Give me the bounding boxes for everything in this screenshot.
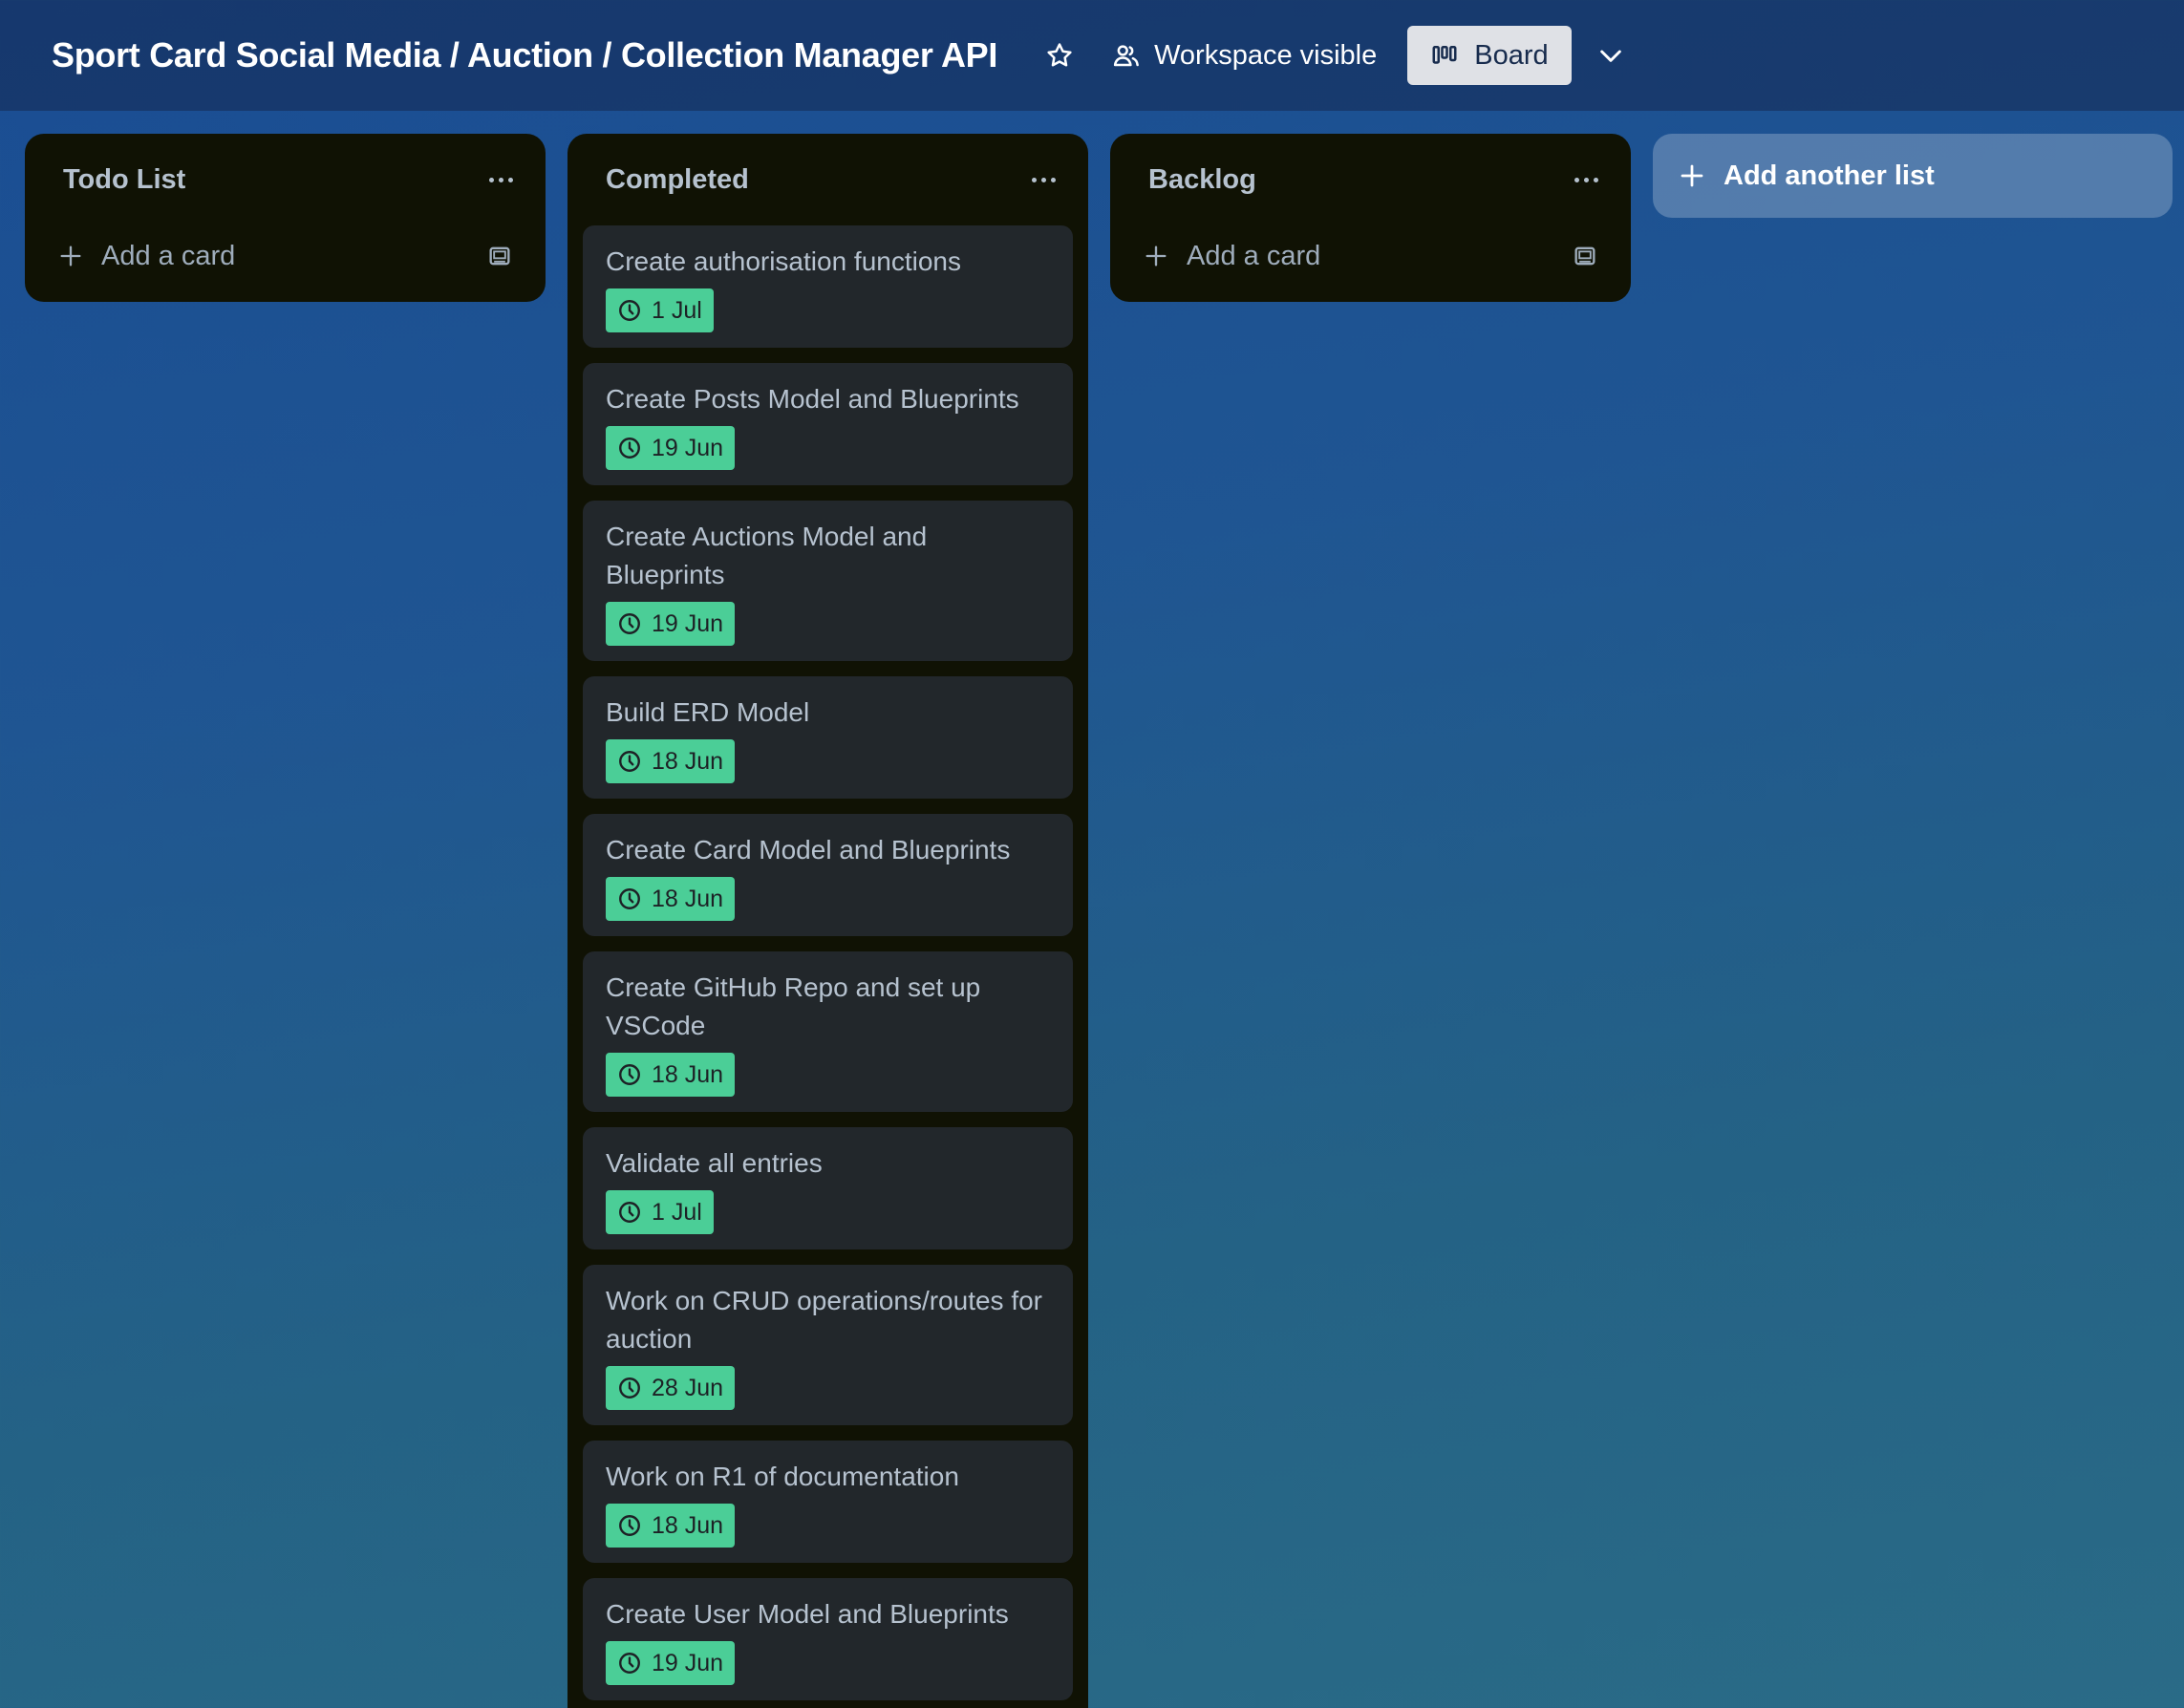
view-label: Board <box>1474 39 1549 71</box>
list-title[interactable]: Todo List <box>63 164 185 196</box>
due-date-label: 19 Jun <box>652 434 724 461</box>
card-title: Build ERD Model <box>606 697 810 727</box>
due-date-label: 1 Jul <box>652 1198 702 1226</box>
clock-icon <box>617 1651 642 1676</box>
due-date-label: 28 Jun <box>652 1374 724 1401</box>
list-header: Completed <box>567 134 1088 225</box>
due-date-label: 18 Jun <box>652 1511 724 1539</box>
card-title: Create Auctions Model and Blueprints <box>606 522 928 589</box>
template-icon[interactable] <box>486 243 513 269</box>
list-menu-icon[interactable] <box>1574 177 1598 182</box>
card-title: Work on R1 of documentation <box>606 1462 959 1491</box>
add-card-row: Add a card <box>40 225 530 287</box>
clock-icon <box>617 298 642 323</box>
plus-icon <box>60 246 81 267</box>
clock-icon <box>617 886 642 911</box>
visibility-label: Workspace visible <box>1154 39 1378 71</box>
due-date-badge[interactable]: 1 Jul <box>606 1190 714 1234</box>
card[interactable]: Create Card Model and Blueprints 18 Jun <box>583 814 1073 936</box>
due-date-badge[interactable]: 18 Jun <box>606 877 736 921</box>
card[interactable]: Create User Model and Blueprints 19 Jun <box>583 1578 1073 1700</box>
due-date-badge[interactable]: 1 Jul <box>606 288 714 332</box>
card[interactable]: Create Posts Model and Blueprints 19 Jun <box>583 363 1073 485</box>
card-title: Create User Model and Blueprints <box>606 1599 1009 1629</box>
due-date-badge[interactable]: 18 Jun <box>606 739 736 783</box>
add-card-label: Add a card <box>1187 240 1321 271</box>
list-title[interactable]: Completed <box>606 164 749 196</box>
board-header: Sport Card Social Media / Auction / Coll… <box>0 0 2184 111</box>
card-title: Work on CRUD operations/routes for aucti… <box>606 1286 1042 1354</box>
list-backlog: Backlog Add a card <box>1110 134 1631 302</box>
list-todo: Todo List Add a card <box>25 134 546 302</box>
card[interactable]: Work on R1 of documentation 18 Jun <box>583 1441 1073 1563</box>
add-card-label: Add a card <box>101 240 236 271</box>
template-icon[interactable] <box>1572 243 1598 269</box>
board-title[interactable]: Sport Card Social Media / Auction / Coll… <box>52 35 997 75</box>
clock-icon <box>617 749 642 774</box>
card-title: Create Posts Model and Blueprints <box>606 384 1019 414</box>
due-date-badge[interactable]: 18 Jun <box>606 1504 736 1548</box>
add-card-button[interactable]: Add a card <box>57 241 235 272</box>
star-icon <box>1047 43 1072 67</box>
card[interactable]: Create authorisation functions 1 Jul <box>583 225 1073 348</box>
clock-icon <box>617 611 642 636</box>
view-switcher-button[interactable] <box>1585 26 1637 85</box>
card-title: Create GitHub Repo and set up VSCode <box>606 972 981 1040</box>
card[interactable]: Create GitHub Repo and set up VSCode 18 J… <box>583 951 1073 1112</box>
board-view-button[interactable]: Board <box>1407 26 1572 85</box>
card[interactable]: Build ERD Model 18 Jun <box>583 676 1073 799</box>
clock-icon <box>617 1062 642 1087</box>
card-container: Create authorisation functions 1 Jul Creat… <box>567 225 1088 1700</box>
list-menu-icon[interactable] <box>1032 177 1056 182</box>
people-icon <box>1113 45 1139 67</box>
card-title: Validate all entries <box>606 1148 823 1178</box>
card-title: Create authorisation functions <box>606 246 961 276</box>
plus-icon <box>1146 246 1167 267</box>
board-icon <box>1432 46 1457 64</box>
list-completed: Completed Create authorisation functions… <box>567 134 1088 1708</box>
due-date-badge[interactable]: 19 Jun <box>606 426 736 470</box>
chevron-down-icon <box>1599 50 1621 62</box>
plus-icon <box>1681 164 1703 187</box>
due-date-badge[interactable]: 19 Jun <box>606 1641 736 1685</box>
card[interactable]: Validate all entries 1 Jul <box>583 1127 1073 1249</box>
card[interactable]: Create Auctions Model and Blueprints 19 J… <box>583 501 1073 661</box>
list-header: Backlog <box>1110 134 1631 225</box>
visibility-button[interactable]: Workspace visible <box>1099 26 1390 85</box>
add-list-button[interactable]: Add another list <box>1653 134 2173 218</box>
due-date-badge[interactable]: 19 Jun <box>606 602 736 646</box>
due-date-label: 18 Jun <box>652 885 724 912</box>
due-date-label: 18 Jun <box>652 1060 724 1088</box>
add-list-label: Add another list <box>1724 160 1935 191</box>
card-title: Create Card Model and Blueprints <box>606 835 1011 865</box>
due-date-label: 18 Jun <box>652 747 724 775</box>
clock-icon <box>617 1513 642 1538</box>
list-menu-icon[interactable] <box>489 177 513 182</box>
due-date-label: 19 Jun <box>652 609 724 637</box>
due-date-badge[interactable]: 28 Jun <box>606 1366 736 1410</box>
due-date-label: 1 Jul <box>652 296 702 324</box>
add-card-row: Add a card <box>1125 225 1616 287</box>
star-button[interactable] <box>1034 26 1085 85</box>
clock-icon <box>617 1200 642 1225</box>
due-date-label: 19 Jun <box>652 1649 724 1676</box>
due-date-badge[interactable]: 18 Jun <box>606 1053 736 1097</box>
add-card-button[interactable]: Add a card <box>1143 241 1320 272</box>
clock-icon <box>617 436 642 460</box>
list-title[interactable]: Backlog <box>1148 164 1256 196</box>
list-header: Todo List <box>25 134 546 225</box>
card[interactable]: Work on CRUD operations/routes for aucti… <box>583 1265 1073 1425</box>
clock-icon <box>617 1376 642 1400</box>
